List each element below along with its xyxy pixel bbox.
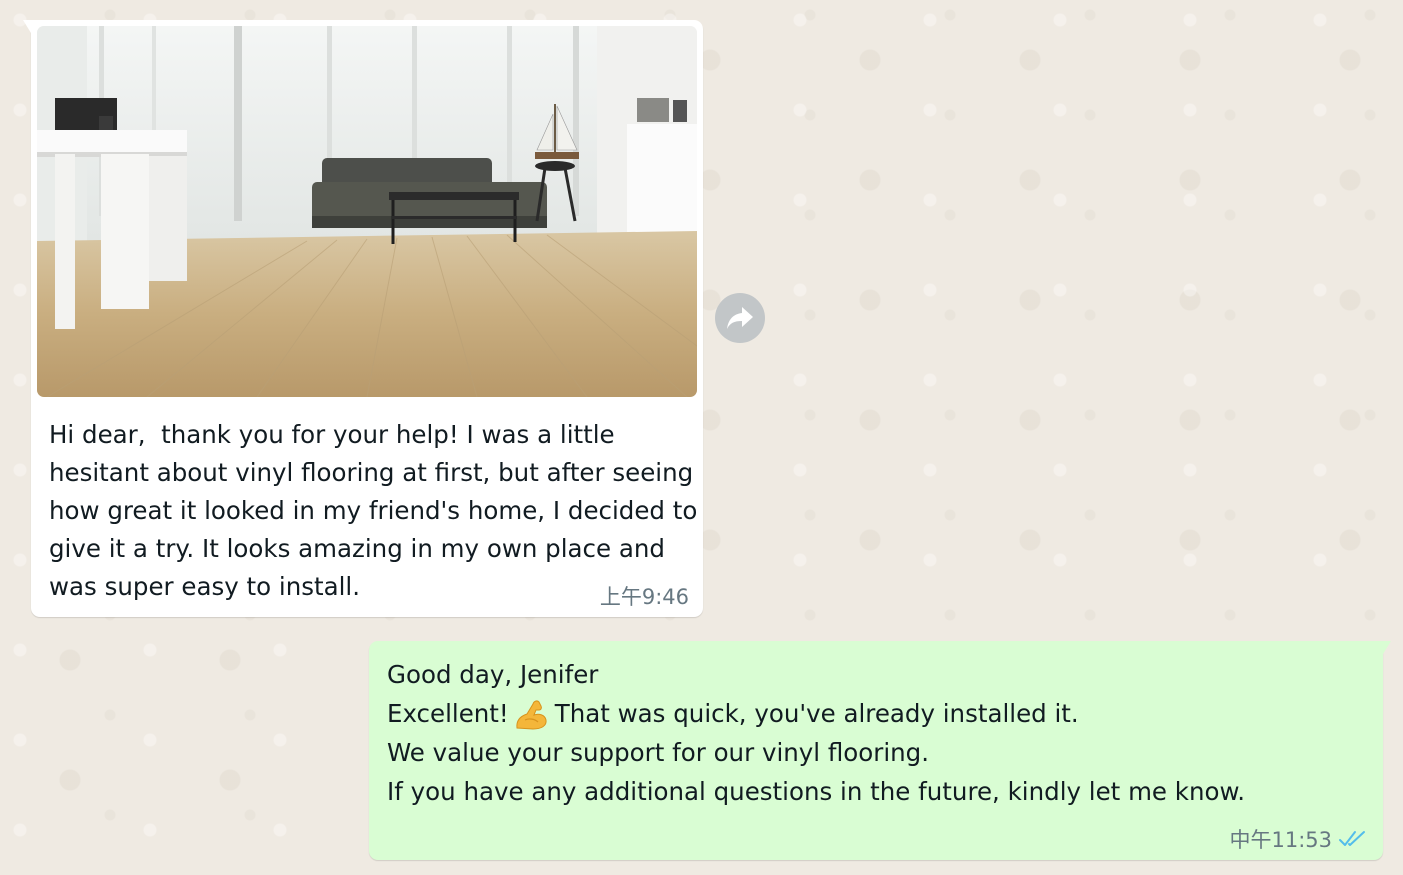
room-photo-illustration <box>37 26 697 397</box>
outgoing-line: Good day, Jenifer <box>387 660 599 689</box>
outgoing-meta: 中午11:53 <box>1229 824 1368 854</box>
share-arrow-icon <box>727 307 753 329</box>
outgoing-bubble-tail <box>1383 641 1391 654</box>
outgoing-message-text: Good day, Jenifer Excellent! That was qu… <box>387 655 1367 811</box>
flexed-biceps-emoji <box>516 699 547 730</box>
chat-background: Hi dear, thank you for your help! I was … <box>0 0 1403 875</box>
incoming-timestamp: 上午9:46 <box>599 585 689 609</box>
outgoing-line: Excellent! That was quick, you've alread… <box>387 694 1367 733</box>
message-photo[interactable] <box>37 26 697 397</box>
outgoing-message-bubble[interactable]: Good day, Jenifer Excellent! That was qu… <box>369 641 1391 860</box>
outgoing-line: We value your support for our vinyl floo… <box>387 738 930 767</box>
incoming-message-bubble[interactable]: Hi dear, thank you for your help! I was … <box>23 20 706 617</box>
double-check-read-icon <box>1339 831 1365 846</box>
forward-button[interactable] <box>715 293 765 343</box>
incoming-message-text: Hi dear, thank you for your help! I was … <box>49 420 706 601</box>
outgoing-timestamp: 中午11:53 <box>1229 828 1332 852</box>
outgoing-line-part: Excellent! <box>387 699 509 728</box>
incoming-bubble-tail <box>23 20 31 33</box>
outgoing-line-part: That was quick, you've already installed… <box>554 699 1079 728</box>
outgoing-line: If you have any additional questions in … <box>387 777 1246 806</box>
